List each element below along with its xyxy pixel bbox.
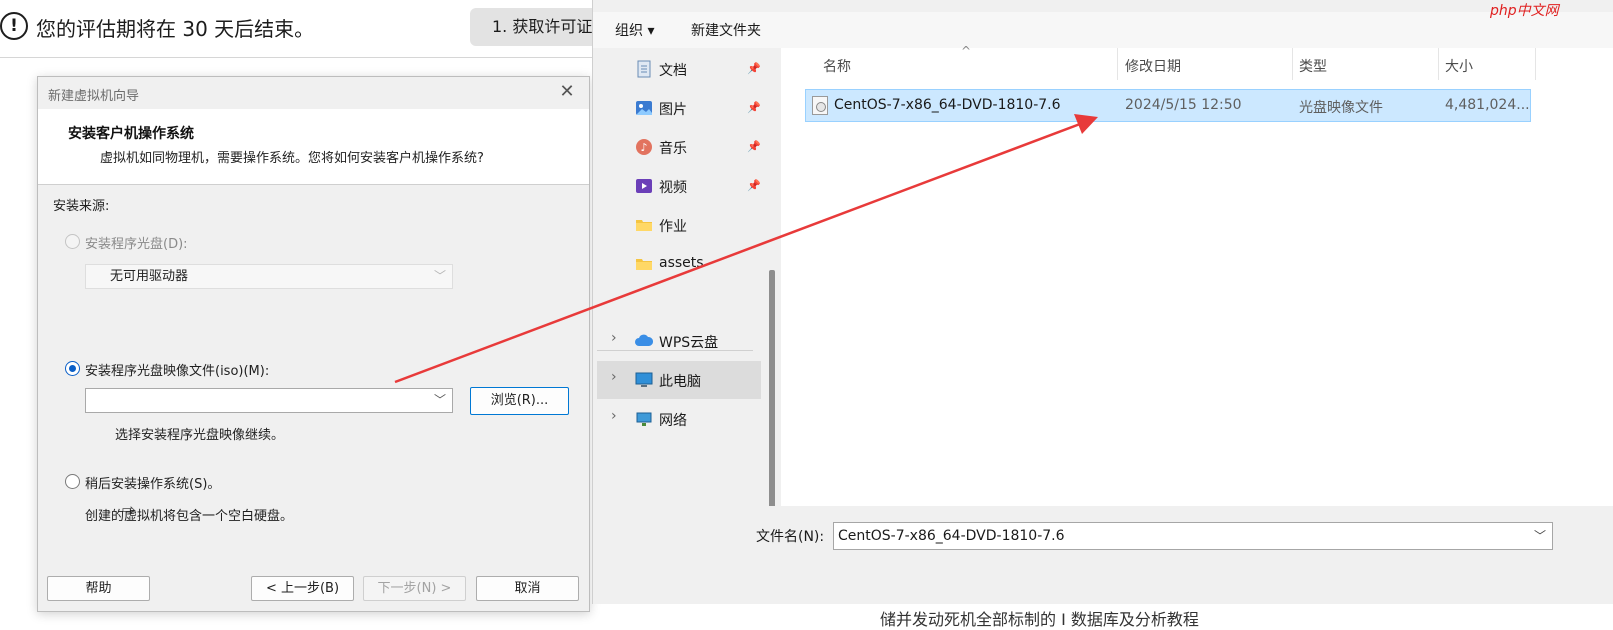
install-later-label: 稍后安装操作系统(S)。	[85, 477, 221, 492]
computer-icon	[635, 372, 653, 387]
videos-icon	[636, 179, 652, 193]
install-iso-label: 安装程序光盘映像文件(iso)(M):	[85, 364, 270, 379]
file-modified: 2024/5/15 12:50	[1125, 97, 1242, 113]
column-divider[interactable]	[1535, 48, 1536, 80]
nav-label: 网络	[659, 413, 687, 429]
new-folder-button[interactable]: 新建文件夹	[691, 20, 761, 40]
nav-label: 作业	[659, 219, 687, 235]
chevron-down-icon: ﹀	[433, 269, 446, 283]
wizard-subheading: 虚拟机如同物理机，需要操作系统。您将如何安装客户机操作系统?	[100, 151, 484, 166]
chevron-down-icon[interactable]: ﹀	[1534, 523, 1546, 549]
disc-drive-value: 无可用驱动器	[110, 269, 189, 284]
nav-label: 音乐	[659, 141, 687, 157]
browse-button[interactable]: 浏览(R)...	[470, 387, 569, 415]
chevron-down-icon: ﹀	[433, 393, 446, 407]
nav-label: 视频	[659, 180, 687, 196]
filename-label: 文件名(N):	[756, 529, 825, 545]
file-dialog-toolbar: 组织 ▾ 新建文件夹	[593, 12, 1613, 48]
file-type: 光盘映像文件	[1299, 100, 1383, 116]
nav-label: 文档	[659, 63, 687, 79]
file-row[interactable]: CentOS-7-x86_64-DVD-1810-7.6 2024/5/15 1…	[805, 89, 1531, 122]
evaluation-notice: 您的评估期将在 30 天后结束。	[36, 17, 315, 41]
disc-drive-select[interactable]: 无可用驱动器 ﹀	[85, 264, 453, 289]
background-bottom-text: 储并发动死机全部标制的 I 数据库及分析教程	[880, 610, 1199, 629]
documents-icon	[637, 60, 651, 78]
radio-install-later[interactable]	[65, 474, 80, 489]
install-later-desc: 创建的虚拟机将包含一个空白硬盘。	[85, 509, 294, 524]
column-header-name[interactable]: 名称	[823, 56, 851, 76]
wizard-header: 安装客户机操作系统 虚拟机如同物理机，需要操作系统。您将如何安装客户机操作系统?	[38, 109, 589, 185]
nav-item-videos[interactable]: 视频 📌	[597, 167, 761, 205]
nav-item-documents[interactable]: 文档 📌	[597, 50, 761, 88]
nav-item-assets[interactable]: assets	[597, 245, 761, 283]
column-divider[interactable]	[1117, 48, 1118, 80]
sort-caret-icon: ^	[961, 44, 972, 58]
disc-image-icon	[812, 96, 828, 115]
wizard-heading: 安装客户机操作系统	[68, 126, 194, 142]
column-header-size[interactable]: 大小	[1445, 56, 1473, 76]
nav-item-pictures[interactable]: 图片 📌	[597, 89, 761, 127]
column-divider[interactable]	[1292, 48, 1293, 80]
file-size: 4,481,024...	[1445, 97, 1530, 113]
column-divider[interactable]	[1438, 48, 1439, 80]
nav-label: 此电脑	[659, 374, 701, 390]
next-button[interactable]: 下一步(N) >	[363, 576, 466, 601]
iso-hint: 选择安装程序光盘映像继续。	[115, 428, 285, 443]
file-dialog-footer: 文件名(N): CentOS-7-x86_64-DVD-1810-7.6 ﹀	[593, 506, 1613, 604]
pin-icon: 📌	[747, 179, 761, 192]
filename-input[interactable]: CentOS-7-x86_64-DVD-1810-7.6 ﹀	[833, 522, 1553, 550]
chevron-right-icon[interactable]: ›	[611, 330, 617, 346]
pictures-icon	[636, 101, 652, 115]
file-open-dialog: 组织 ▾ 新建文件夹 文档 📌 图片 📌 ♪ 音乐 📌 视频 📌 作业 asse…	[592, 0, 1613, 604]
nav-label: WPS云盘	[659, 335, 719, 351]
nav-label: assets	[659, 255, 704, 271]
pin-icon: 📌	[747, 101, 761, 114]
evaluation-banner: ! 您的评估期将在 30 天后结束。 1. 获取许可证密	[0, 0, 630, 58]
radio-install-disc[interactable]	[65, 234, 80, 249]
install-source-label: 安装来源:	[53, 199, 110, 214]
file-list-pane: ^ 名称 修改日期 类型 大小 CentOS-7-x86_64-DVD-1810…	[781, 44, 1613, 506]
back-button[interactable]: < 上一步(B)	[251, 576, 354, 601]
music-icon: ♪	[636, 139, 652, 155]
file-name: CentOS-7-x86_64-DVD-1810-7.6	[834, 97, 1061, 113]
network-icon	[636, 412, 652, 426]
cloud-icon	[635, 334, 653, 346]
nav-item-music[interactable]: ♪ 音乐 📌	[597, 128, 761, 166]
nav-item-this-pc[interactable]: › 此电脑	[597, 361, 761, 399]
help-button[interactable]: 帮助	[47, 576, 150, 601]
close-icon[interactable]: ✕	[557, 81, 577, 103]
install-disc-label: 安装程序光盘(D):	[85, 237, 188, 252]
nav-item-network[interactable]: › 网络	[597, 400, 761, 438]
chevron-right-icon[interactable]: ›	[611, 369, 617, 385]
wizard-title: 新建虚拟机向导	[48, 89, 140, 104]
cancel-button[interactable]: 取消	[476, 576, 579, 601]
pin-icon: 📌	[747, 140, 761, 153]
column-header-modified[interactable]: 修改日期	[1125, 56, 1181, 76]
folder-icon	[636, 259, 652, 270]
nav-item-wps-cloud[interactable]: › WPS云盘	[597, 322, 761, 360]
navigation-pane: 文档 📌 图片 📌 ♪ 音乐 📌 视频 📌 作业 assets › WPS云盘 …	[593, 48, 781, 532]
organize-menu[interactable]: 组织 ▾	[615, 20, 654, 40]
column-header-type[interactable]: 类型	[1299, 56, 1327, 76]
svg-text:♪: ♪	[640, 141, 647, 154]
nav-item-homework[interactable]: 作业	[597, 206, 761, 244]
folder-icon	[636, 220, 652, 231]
filename-value: CentOS-7-x86_64-DVD-1810-7.6	[838, 528, 1065, 544]
nav-scrollbar[interactable]	[769, 270, 775, 532]
pin-icon: 📌	[747, 62, 761, 75]
iso-path-input[interactable]: ﹀	[85, 388, 453, 413]
nav-label: 图片	[659, 102, 687, 118]
radio-install-iso[interactable]	[65, 361, 80, 376]
warning-icon: !	[0, 12, 28, 40]
new-vm-wizard-dialog: 新建虚拟机向导 ✕ 安装客户机操作系统 虚拟机如同物理机，需要操作系统。您将如何…	[37, 76, 590, 612]
watermark-logo: php中文网	[1490, 3, 1559, 19]
chevron-right-icon[interactable]: ›	[611, 408, 617, 424]
